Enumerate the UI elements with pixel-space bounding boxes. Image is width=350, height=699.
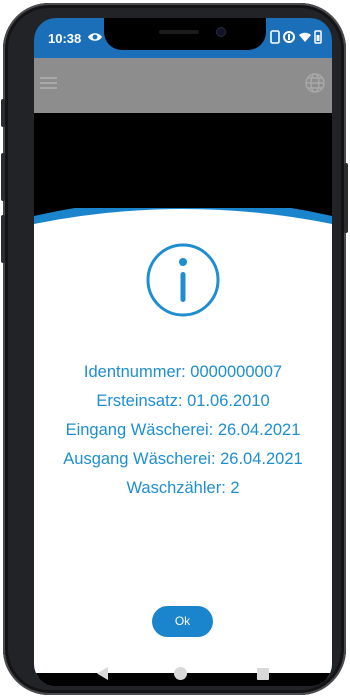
camera-notch bbox=[104, 18, 266, 50]
wifi-icon bbox=[298, 29, 312, 50]
recents-icon[interactable] bbox=[257, 668, 269, 680]
front-camera bbox=[217, 28, 225, 36]
side-button-lower bbox=[1, 215, 5, 263]
ok-button[interactable]: Ok bbox=[152, 606, 213, 637]
menu-icon[interactable] bbox=[38, 72, 60, 94]
volume-button bbox=[1, 99, 5, 127]
home-icon[interactable] bbox=[174, 667, 187, 680]
back-icon[interactable] bbox=[97, 667, 109, 685]
globe-icon[interactable] bbox=[304, 72, 326, 94]
info-icon bbox=[145, 242, 221, 318]
identnummer-text: Identnummer: 0000000007 bbox=[83, 363, 283, 381]
battery-icon bbox=[314, 29, 322, 50]
status-time: 10:38 bbox=[48, 31, 82, 46]
ausgang-waescherei-text: Ausgang Wäscherei: 26.04.2021 bbox=[63, 450, 303, 468]
sim-icon bbox=[270, 29, 280, 50]
waschzaehler-text: Waschzähler: 2 bbox=[126, 479, 240, 497]
navigation-bar bbox=[34, 667, 332, 686]
app-bar bbox=[34, 58, 332, 113]
eingang-waescherei-text: Eingang Wäscherei: 26.04.2021 bbox=[65, 421, 301, 439]
speaker-grill bbox=[159, 30, 199, 34]
status-bar: 10:38 bbox=[34, 18, 332, 58]
power-button bbox=[344, 163, 348, 233]
data-saver-icon bbox=[282, 29, 296, 50]
eye-icon bbox=[87, 29, 103, 50]
side-button-upper bbox=[1, 153, 5, 201]
details-list: Identnummer: 0000000007 Ersteinsatz: 01.… bbox=[34, 358, 332, 503]
ersteinsatz-text: Ersteinsatz: 01.06.2010 bbox=[96, 392, 270, 410]
screen: 10:38 Identnummer: 0000000007 Ersteinsat… bbox=[34, 18, 332, 686]
